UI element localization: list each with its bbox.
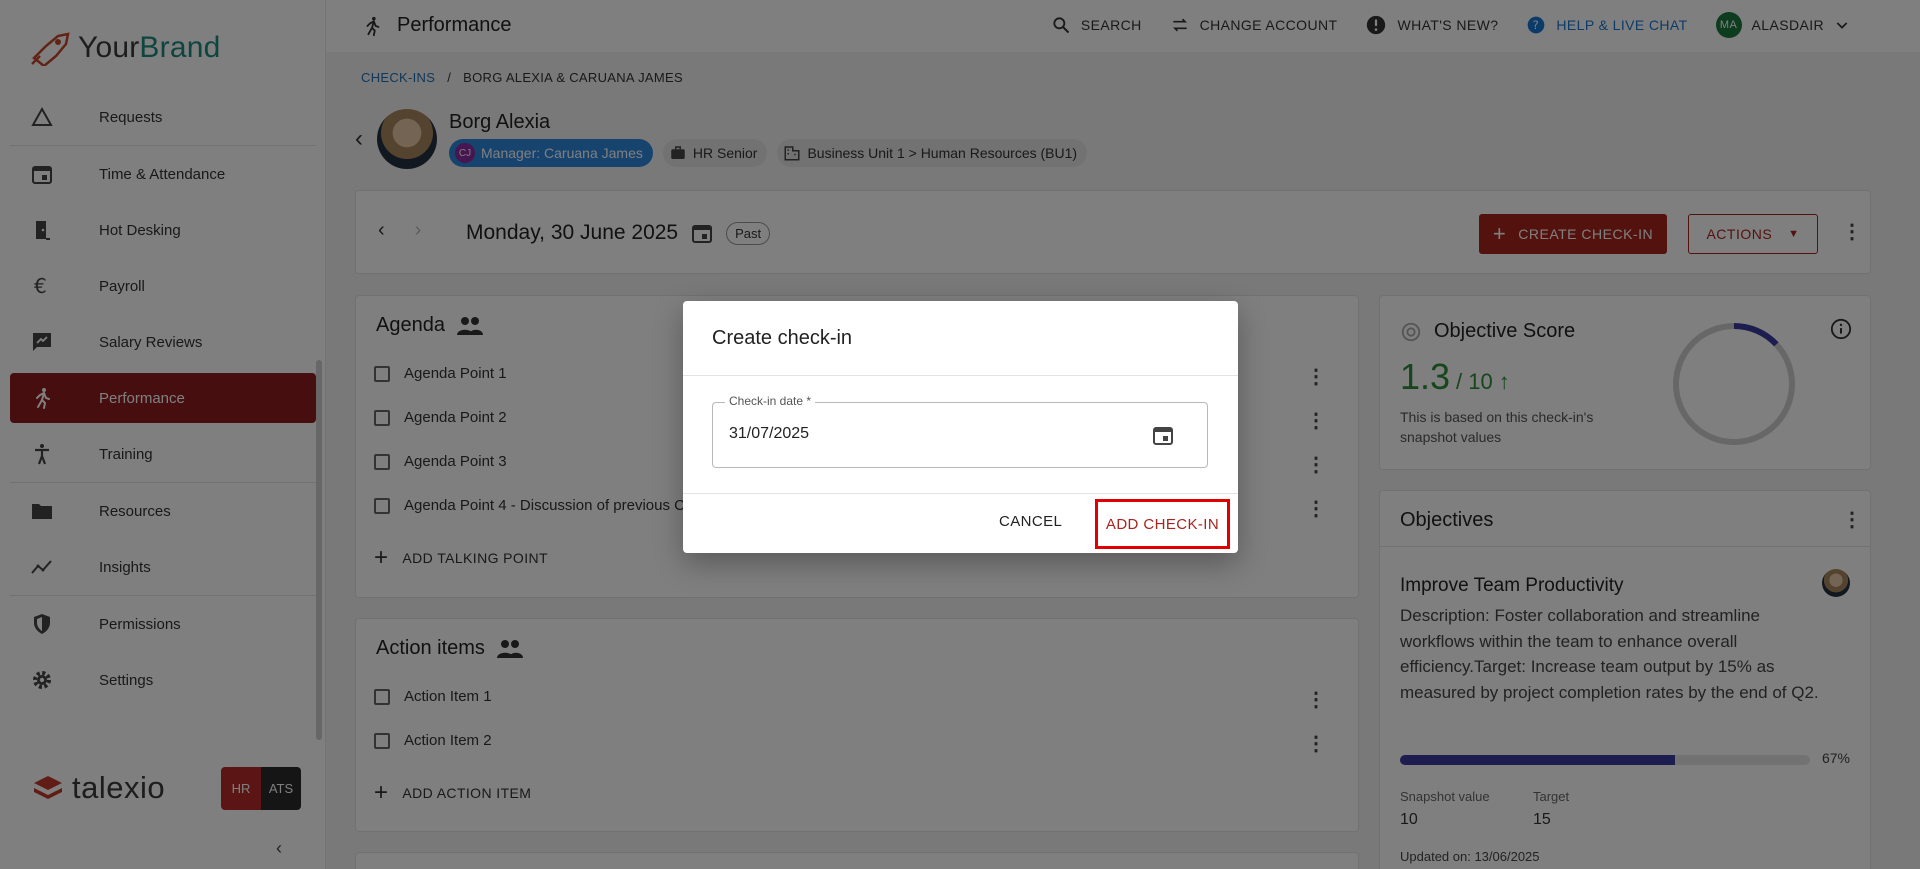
cancel-button[interactable]: CANCEL	[999, 513, 1062, 530]
checkin-date-input[interactable]	[729, 425, 1129, 443]
calendar-icon[interactable]	[1151, 423, 1175, 447]
create-checkin-dialog: Create check-in Check-in date * CANCEL A…	[683, 301, 1238, 553]
dialog-title: Create check-in	[712, 327, 853, 349]
add-checkin-button[interactable]: ADD CHECK-IN	[1095, 499, 1230, 549]
divider	[683, 493, 1238, 494]
add-checkin-label: ADD CHECK-IN	[1105, 515, 1220, 533]
divider	[683, 375, 1238, 376]
checkin-date-label: Check-in date *	[725, 394, 816, 408]
checkin-date-field[interactable]: Check-in date *	[712, 394, 1208, 468]
